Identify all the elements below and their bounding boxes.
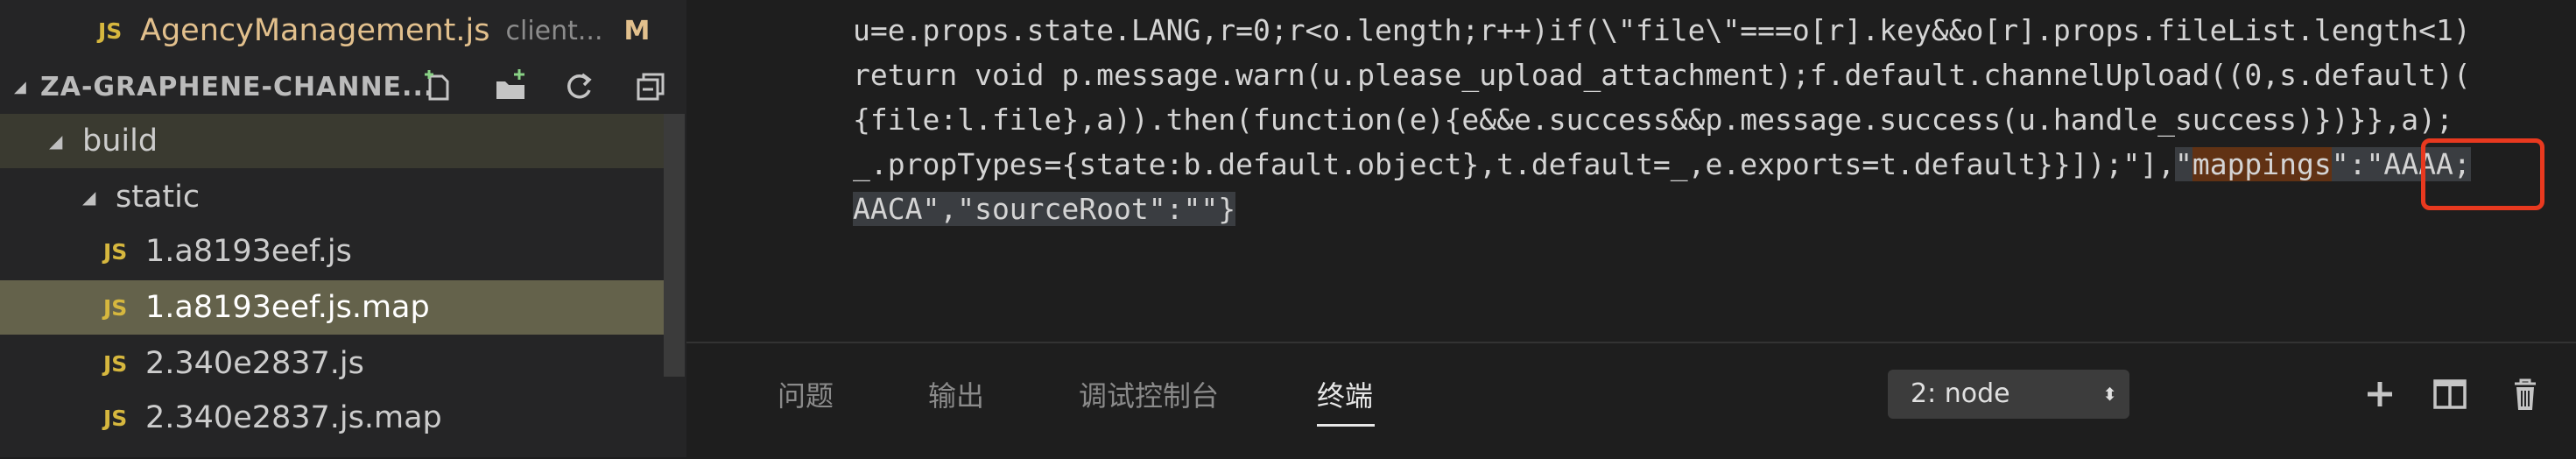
select-arrows-icon: ⬍ (2102, 384, 2117, 405)
code-line-2: return void p.message.warn(u.please_uplo… (853, 58, 2471, 92)
file-label: 2.340e2837.js.map (145, 400, 442, 435)
chevron-down-icon: ◢ (49, 131, 63, 152)
project-title: ZA-GRAPHENE-CHANNE... (40, 71, 435, 102)
file-label: 1.a8193eef.js (145, 234, 352, 269)
new-file-icon[interactable] (417, 60, 461, 114)
file-item[interactable]: JS 1.a8193eef.js (0, 224, 664, 279)
folder-build-label: build (82, 124, 158, 159)
collapse-all-icon[interactable] (629, 60, 672, 114)
code-text: AACA","sourceRoot":""} (853, 192, 1236, 226)
tab-debug-console[interactable]: 调试控制台 (1079, 370, 1219, 422)
code-text: " (2331, 147, 2349, 181)
file-item-selected[interactable]: JS 1.a8193eef.js.map (0, 280, 664, 335)
bottom-panel: 问题 输出 调试控制台 终端 2: node ⬍ (686, 342, 2576, 459)
code-text: : (2348, 147, 2367, 181)
js-file-icon: JS (103, 405, 128, 431)
js-file-icon: JS (98, 18, 123, 44)
code-line-1: u=e.props.state.LANG,r=0;r<o.length;r++)… (853, 13, 2471, 47)
file-label: 2.340e2837.js (145, 346, 364, 381)
folder-static-label: static (116, 180, 201, 215)
add-terminal-icon[interactable] (2355, 370, 2404, 419)
code-text: _.propTypes={state:b.default.object},t.d… (853, 147, 2175, 181)
folder-build[interactable]: ◢ build (0, 114, 664, 168)
chevron-down-icon: ◢ (82, 187, 96, 208)
tab-output[interactable]: 输出 (928, 370, 984, 422)
code-line-4: _.propTypes={state:b.default.object},t.d… (853, 143, 2471, 187)
terminal-select-value: 2: node (1911, 378, 2010, 409)
code-text: " (2174, 147, 2192, 181)
split-terminal-icon[interactable] (2425, 370, 2474, 419)
file-item[interactable]: JS 2.340e2837.js.map (0, 391, 664, 445)
file-label: 1.a8193eef.js.map (145, 290, 430, 325)
chevron-down-icon: ◢ (14, 77, 26, 96)
sidebar-scrollbar[interactable] (664, 114, 685, 377)
open-editor-item[interactable]: JS AgencyManagement.js client... M (0, 4, 664, 58)
code-line-3: {file:l.file},a)).then(function(e){e&&e.… (853, 102, 2453, 137)
search-match-highlight: mappings (2192, 147, 2332, 181)
trash-icon[interactable] (2501, 370, 2550, 419)
js-file-icon: JS (103, 238, 128, 265)
open-editor-filename: AgencyManagement.js (140, 13, 490, 48)
code-line-5: AACA","sourceRoot":""} (853, 187, 1236, 231)
open-editor-path: client... (505, 15, 603, 46)
tab-terminal[interactable]: 终端 (1317, 370, 1373, 422)
js-file-icon: JS (103, 350, 128, 377)
file-item[interactable]: JS 2.340e2837.js (0, 336, 664, 391)
explorer-sidebar: JS AgencyManagement.js client... M ◢ ZA-… (0, 0, 686, 457)
code-editor[interactable]: u=e.props.state.LANG,r=0;r<o.length;r++)… (686, 0, 2576, 333)
git-modified-badge: M (623, 15, 651, 46)
active-tab-indicator (1317, 424, 1375, 427)
new-folder-icon[interactable] (489, 60, 532, 114)
annotation-highlight-box (2421, 138, 2544, 210)
folder-static[interactable]: ◢ static (0, 170, 664, 224)
terminal-select[interactable]: 2: node ⬍ (1888, 370, 2129, 419)
js-file-icon: JS (103, 294, 128, 321)
tab-problems[interactable]: 问题 (778, 370, 834, 422)
refresh-icon[interactable] (557, 60, 601, 114)
